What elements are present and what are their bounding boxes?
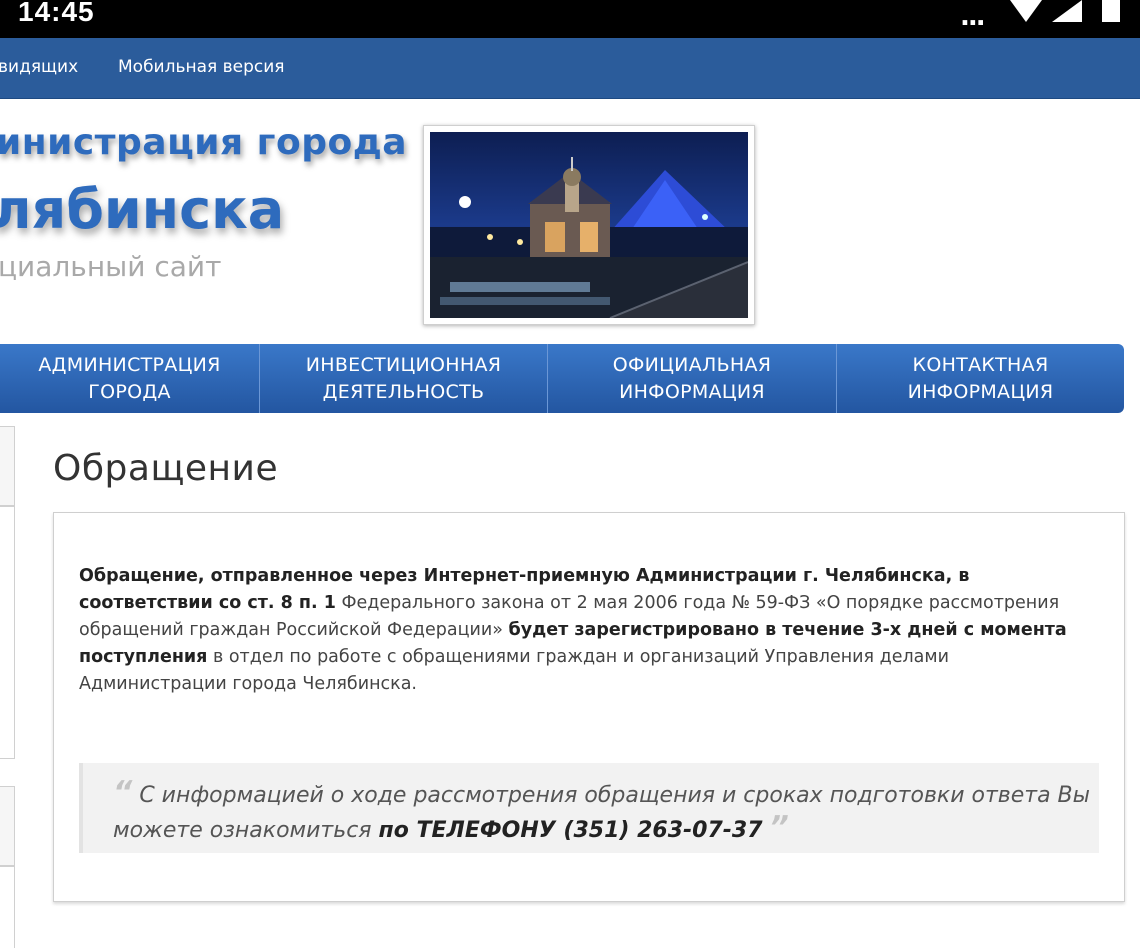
sidebar-block-header <box>0 786 15 866</box>
mobile-version-link[interactable]: Мобильная версия <box>118 57 285 77</box>
nav-item-contacts[interactable]: КОНТАКТНАЯ ИНФОРМАЦИЯ <box>837 344 1124 413</box>
notification-dots-icon: ... <box>960 2 986 32</box>
top-bar: видящих Мобильная версия <box>0 38 1140 99</box>
visually-impaired-link[interactable]: видящих <box>0 57 78 77</box>
nav-label-line2: ГОРОДА <box>88 380 171 403</box>
quote-text: “ С информацией о ходе рассмотрения обра… <box>113 777 1093 847</box>
city-night-photo <box>430 132 748 318</box>
nav-label-line2: ИНФОРМАЦИЯ <box>907 380 1054 403</box>
nav-item-investment[interactable]: ИНВЕСТИЦИОННАЯ ДЕЯТЕЛЬНОСТЬ <box>260 344 548 413</box>
site-title-line1[interactable]: инистрация города <box>0 122 407 163</box>
page-title: Обращение <box>53 448 279 489</box>
header-photo <box>423 125 755 325</box>
phone-quote: “ С информацией о ходе рассмотрения обра… <box>79 763 1099 853</box>
nav-label-line2: ДЕЯТЕЛЬНОСТЬ <box>322 380 485 403</box>
sidebar-block <box>0 506 15 759</box>
nav-label-line1: АДМИНИСТРАЦИЯ <box>38 353 221 376</box>
quote-phone: по ТЕЛЕФОНУ (351) 263-07-37 <box>378 818 763 843</box>
status-time: 14:45 <box>18 0 95 27</box>
close-quote-icon: ” <box>769 810 789 845</box>
nav-label-line1: ИНВЕСТИЦИОННАЯ <box>305 353 502 376</box>
open-quote-icon: “ <box>113 775 133 810</box>
sidebar-block <box>0 866 15 948</box>
signal-icon <box>1052 0 1082 22</box>
main-navigation: АДМИНИСТРАЦИЯ ГОРОДА ИНВЕСТИЦИОННАЯ ДЕЯТЕЛ… <box>0 344 1124 413</box>
site-subtitle: циальный сайт <box>0 250 222 283</box>
info-paragraph: Обращение, отправленное через Интернет-п… <box>79 563 1099 698</box>
sidebar-block-header <box>0 426 15 506</box>
nav-label-line1: ОФИЦИАЛЬНАЯ <box>612 353 772 376</box>
content-panel: Обращение, отправленное через Интернет-п… <box>53 512 1125 902</box>
site-title-line2[interactable]: лябинска <box>0 178 284 241</box>
nav-item-official-info[interactable]: ОФИЦИАЛЬНАЯ ИНФОРМАЦИЯ <box>548 344 837 413</box>
battery-icon <box>1102 0 1120 22</box>
info-text-2: в отдел по работе с обращениями граждан … <box>79 647 949 694</box>
nav-item-administration[interactable]: АДМИНИСТРАЦИЯ ГОРОДА <box>0 344 260 413</box>
nav-label-line2: ИНФОРМАЦИЯ <box>619 380 765 403</box>
status-bar: 14:45 ... <box>0 0 1140 38</box>
nav-label-line1: КОНТАКТНАЯ <box>912 353 1049 376</box>
wifi-icon <box>1010 0 1042 22</box>
